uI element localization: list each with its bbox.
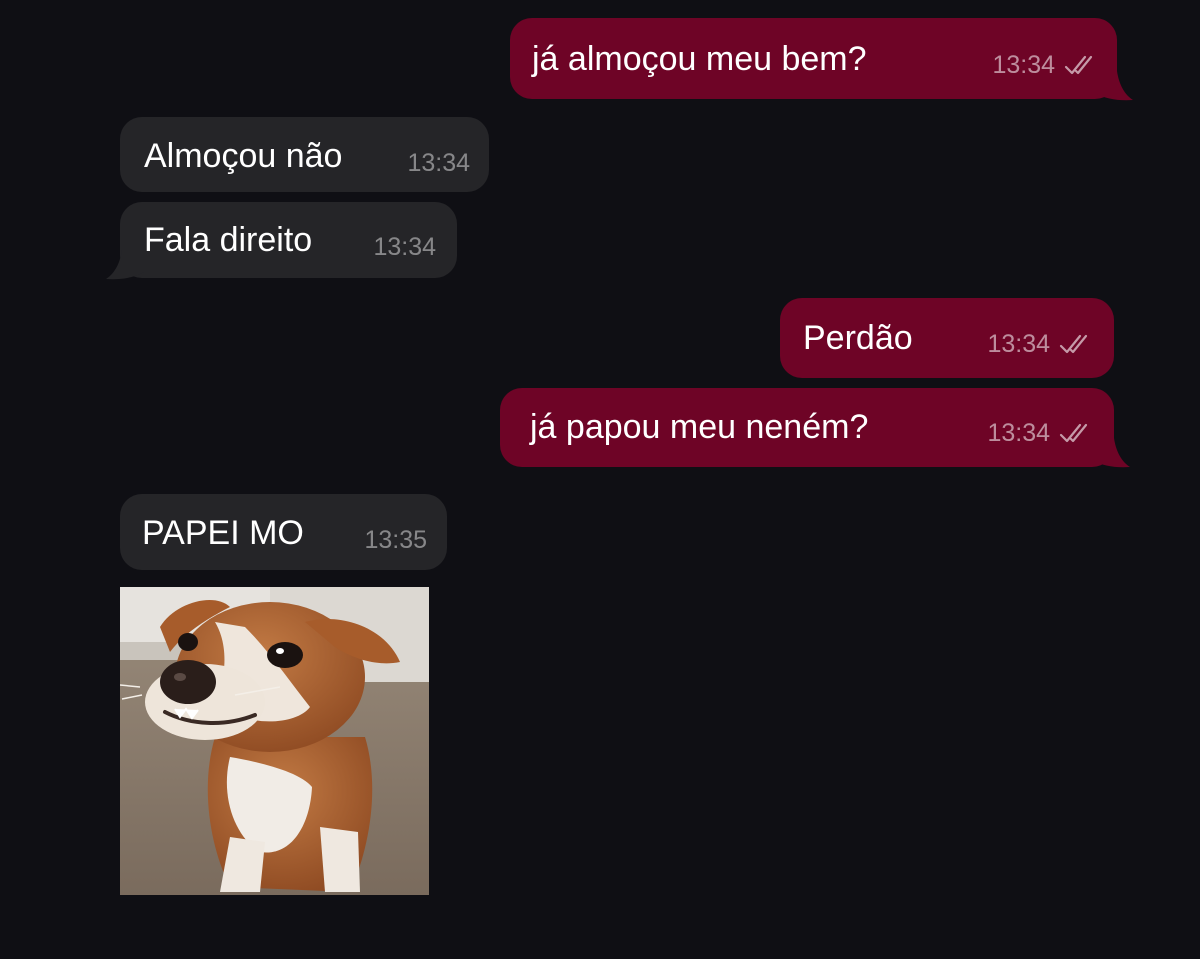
outgoing-message[interactable]: já papou meu neném? 13:34 xyxy=(500,388,1114,467)
double-check-icon xyxy=(1058,333,1094,355)
outgoing-message[interactable]: Perdão 13:34 xyxy=(780,298,1114,378)
double-check-icon xyxy=(1063,54,1099,76)
dog-sticker[interactable] xyxy=(120,587,429,895)
outgoing-message[interactable]: já almoçou meu bem? 13:34 xyxy=(510,18,1117,99)
message-time: 13:34 xyxy=(992,51,1055,79)
message-time: 13:34 xyxy=(987,419,1050,447)
message-time: 13:34 xyxy=(407,149,470,177)
message-text: PAPEI MO xyxy=(142,514,304,552)
message-time: 13:34 xyxy=(373,233,436,261)
message-text: já papou meu neném? xyxy=(530,408,869,446)
incoming-message[interactable]: Almoçou não 13:34 xyxy=(120,117,489,192)
bubble-tail xyxy=(106,250,144,280)
message-time: 13:34 xyxy=(987,330,1050,358)
message-text: Almoçou não xyxy=(144,137,343,175)
incoming-message[interactable]: PAPEI MO 13:35 xyxy=(120,494,447,570)
message-text: Fala direito xyxy=(144,221,313,259)
chat-area: já almoçou meu bem? 13:34 Almoçou não 13… xyxy=(0,0,1200,959)
double-check-icon xyxy=(1058,422,1094,444)
bubble-tail xyxy=(1095,71,1133,101)
incoming-message[interactable]: Fala direito 13:34 xyxy=(120,202,457,278)
message-text: já almoçou meu bem? xyxy=(532,40,867,78)
bubble-tail xyxy=(1092,438,1130,468)
message-time: 13:35 xyxy=(364,526,427,554)
message-text: Perdão xyxy=(803,319,913,357)
